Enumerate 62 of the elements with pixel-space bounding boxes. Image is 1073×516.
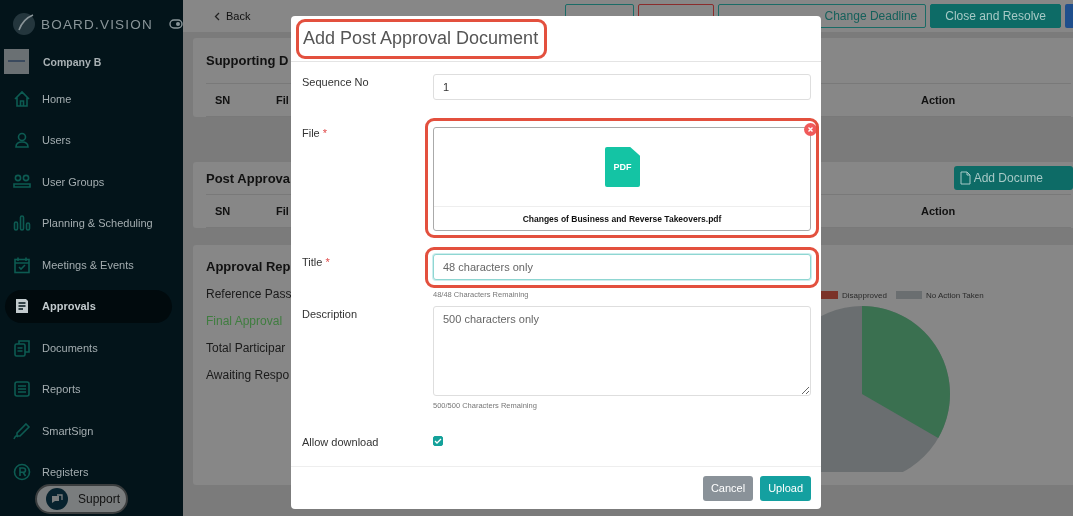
report-line: Awaiting Respo bbox=[206, 368, 290, 382]
chat-icon bbox=[46, 488, 68, 510]
logo-icon bbox=[11, 11, 37, 37]
input-field[interactable]: 48 characters only bbox=[433, 254, 811, 280]
column-header: SN bbox=[215, 205, 232, 217]
file-preview[interactable]: PDF Changes of Business and Reverse Takeovers.pdf bbox=[433, 127, 811, 231]
pen-icon bbox=[13, 421, 31, 440]
field-label: Title * bbox=[302, 255, 331, 270]
report-line: Total Participar bbox=[206, 341, 286, 355]
nav-item[interactable]: SmartSign bbox=[5, 421, 172, 440]
nav-item[interactable]: Users bbox=[5, 131, 172, 149]
documents-icon bbox=[13, 338, 31, 357]
support-button[interactable]: Support bbox=[35, 484, 128, 514]
legend-label: Disapproved bbox=[842, 290, 887, 300]
nav-item[interactable]: Home bbox=[5, 89, 172, 108]
dialog-title: Add Post Approval Document bbox=[303, 28, 539, 48]
user-icon bbox=[13, 131, 31, 149]
section-title: Post Approva bbox=[206, 170, 291, 186]
nav-item[interactable]: Registers bbox=[5, 463, 172, 481]
report-line: Reference Pass bbox=[206, 287, 292, 301]
nav-item[interactable]: Reports bbox=[5, 380, 172, 398]
toggle-icon bbox=[168, 19, 183, 29]
home-icon bbox=[13, 89, 31, 108]
nav-item[interactable]: Documents bbox=[5, 338, 172, 357]
nav-item[interactable]: User Groups bbox=[5, 172, 172, 191]
nav-item[interactable]: Meetings & Events bbox=[5, 255, 172, 274]
field-label: Allow download bbox=[302, 436, 380, 448]
checkbox[interactable] bbox=[433, 436, 443, 446]
file-icon bbox=[959, 171, 971, 185]
legend-label: No Action Taken bbox=[925, 290, 984, 300]
column-header: SN bbox=[215, 94, 232, 106]
nav-item[interactable]: Planning & Scheduling bbox=[5, 214, 172, 232]
file-name: Changes of Business and Reverse Takeovers.pdf bbox=[434, 206, 810, 230]
registered-icon bbox=[13, 463, 31, 481]
column-header: Action bbox=[921, 205, 957, 217]
section-title: Supporting D bbox=[206, 53, 289, 68]
report-line: Final Approval bbox=[206, 314, 283, 328]
text-area[interactable]: 500 characters only bbox=[433, 306, 811, 396]
company-name: Company B bbox=[43, 55, 102, 68]
chevron-left-icon bbox=[214, 11, 220, 21]
section-title: Approval Rep bbox=[206, 259, 291, 274]
nav-item[interactable]: Approvals bbox=[5, 289, 172, 323]
list-icon bbox=[13, 380, 31, 398]
remove-icon[interactable] bbox=[804, 123, 817, 136]
document-icon bbox=[13, 297, 31, 315]
column-header: Fil bbox=[276, 94, 290, 106]
column-header: Action bbox=[921, 94, 957, 106]
pdf-icon: PDF bbox=[605, 147, 640, 187]
bar-chart-icon bbox=[13, 214, 31, 232]
check-icon bbox=[434, 438, 442, 444]
company-logo-icon bbox=[4, 49, 29, 74]
back-link[interactable]: Back bbox=[214, 10, 251, 22]
logo-text: BOARD.VISION bbox=[41, 16, 153, 32]
field-label: Sequence No bbox=[302, 75, 370, 90]
input-field[interactable]: 1 bbox=[433, 74, 811, 100]
column-header: Fil bbox=[276, 205, 290, 217]
group-icon bbox=[13, 172, 31, 191]
calendar-icon bbox=[13, 255, 31, 274]
field-label: Description bbox=[302, 307, 359, 322]
field-label: File * bbox=[302, 127, 329, 141]
toolbar-button[interactable]: Close and Resolve bbox=[930, 4, 1061, 28]
add-document-button[interactable]: Add Docume bbox=[953, 166, 1073, 190]
